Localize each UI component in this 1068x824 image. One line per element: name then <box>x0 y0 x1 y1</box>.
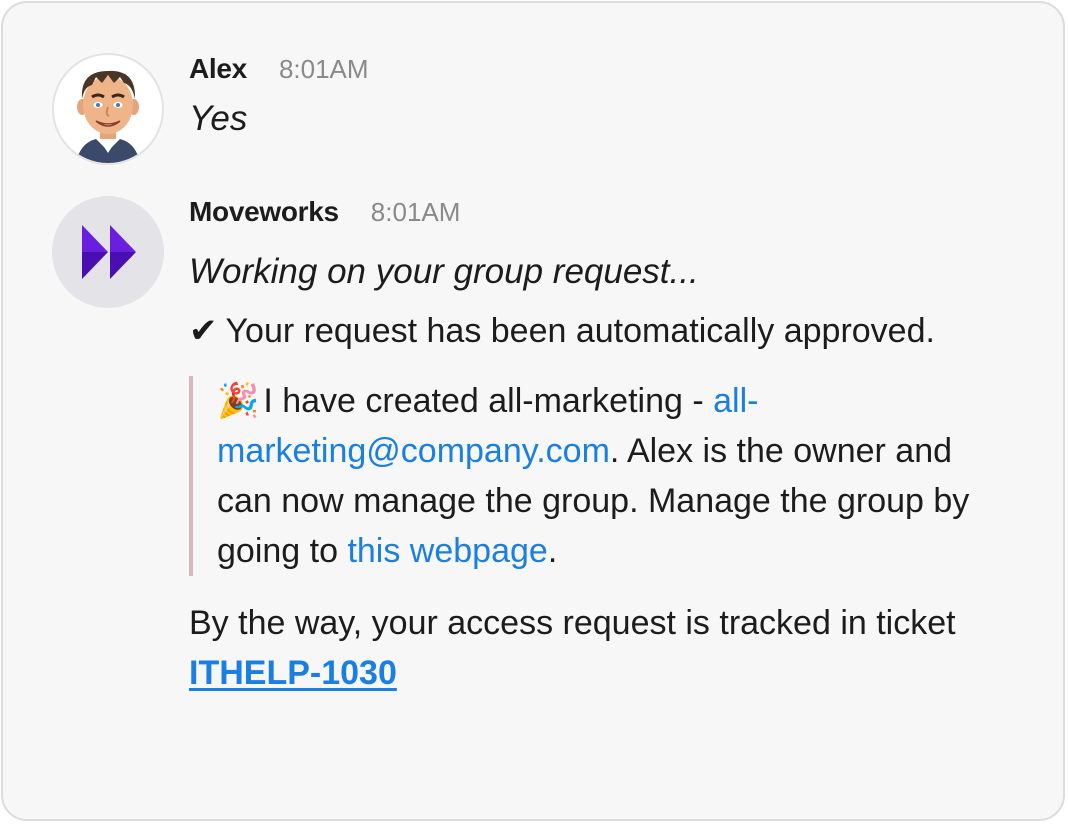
chat-card: Alex 8:01AM Yes Moveworks 8:01AM Working… <box>1 1 1065 821</box>
message-timestamp[interactable]: 8:01AM <box>371 197 461 228</box>
alex-avatar-icon <box>76 70 140 163</box>
message-header: Moveworks 8:01AM <box>189 196 1023 240</box>
quote-text-3: . <box>547 532 558 570</box>
avatar-moveworks[interactable] <box>52 196 164 308</box>
sender-name[interactable]: Moveworks <box>189 196 339 228</box>
quote-block: 🎉 I have created all-marketing - all-mark… <box>189 376 987 576</box>
message-body-alex: Alex 8:01AM Yes <box>189 53 1023 141</box>
ticket-link[interactable]: ITHELP-1030 <box>189 654 397 692</box>
status-text: Working on your group request... <box>189 252 699 291</box>
moveworks-logo-icon <box>82 225 136 279</box>
message-timestamp[interactable]: 8:01AM <box>279 54 369 85</box>
approval-label: Your request has been automatically appr… <box>225 312 935 350</box>
sender-name[interactable]: Alex <box>189 53 247 85</box>
approval-text: ✔ Your request has been automatically app… <box>189 306 969 356</box>
tracking-label: By the way, your access request is track… <box>189 604 956 642</box>
party-popper-icon: 🎉 <box>217 382 260 420</box>
tracking-text: By the way, your access request is track… <box>189 598 1009 698</box>
checkmark-icon: ✔ <box>189 312 218 350</box>
quote-text-1: I have created all-marketing - <box>263 382 714 420</box>
avatar-alex[interactable] <box>52 53 164 165</box>
message-body-moveworks: Moveworks 8:01AM Working on your group r… <box>189 196 1023 698</box>
message-text: Yes <box>189 99 248 138</box>
webpage-link[interactable]: this webpage <box>347 532 547 570</box>
message-header: Alex 8:01AM <box>189 53 1023 97</box>
